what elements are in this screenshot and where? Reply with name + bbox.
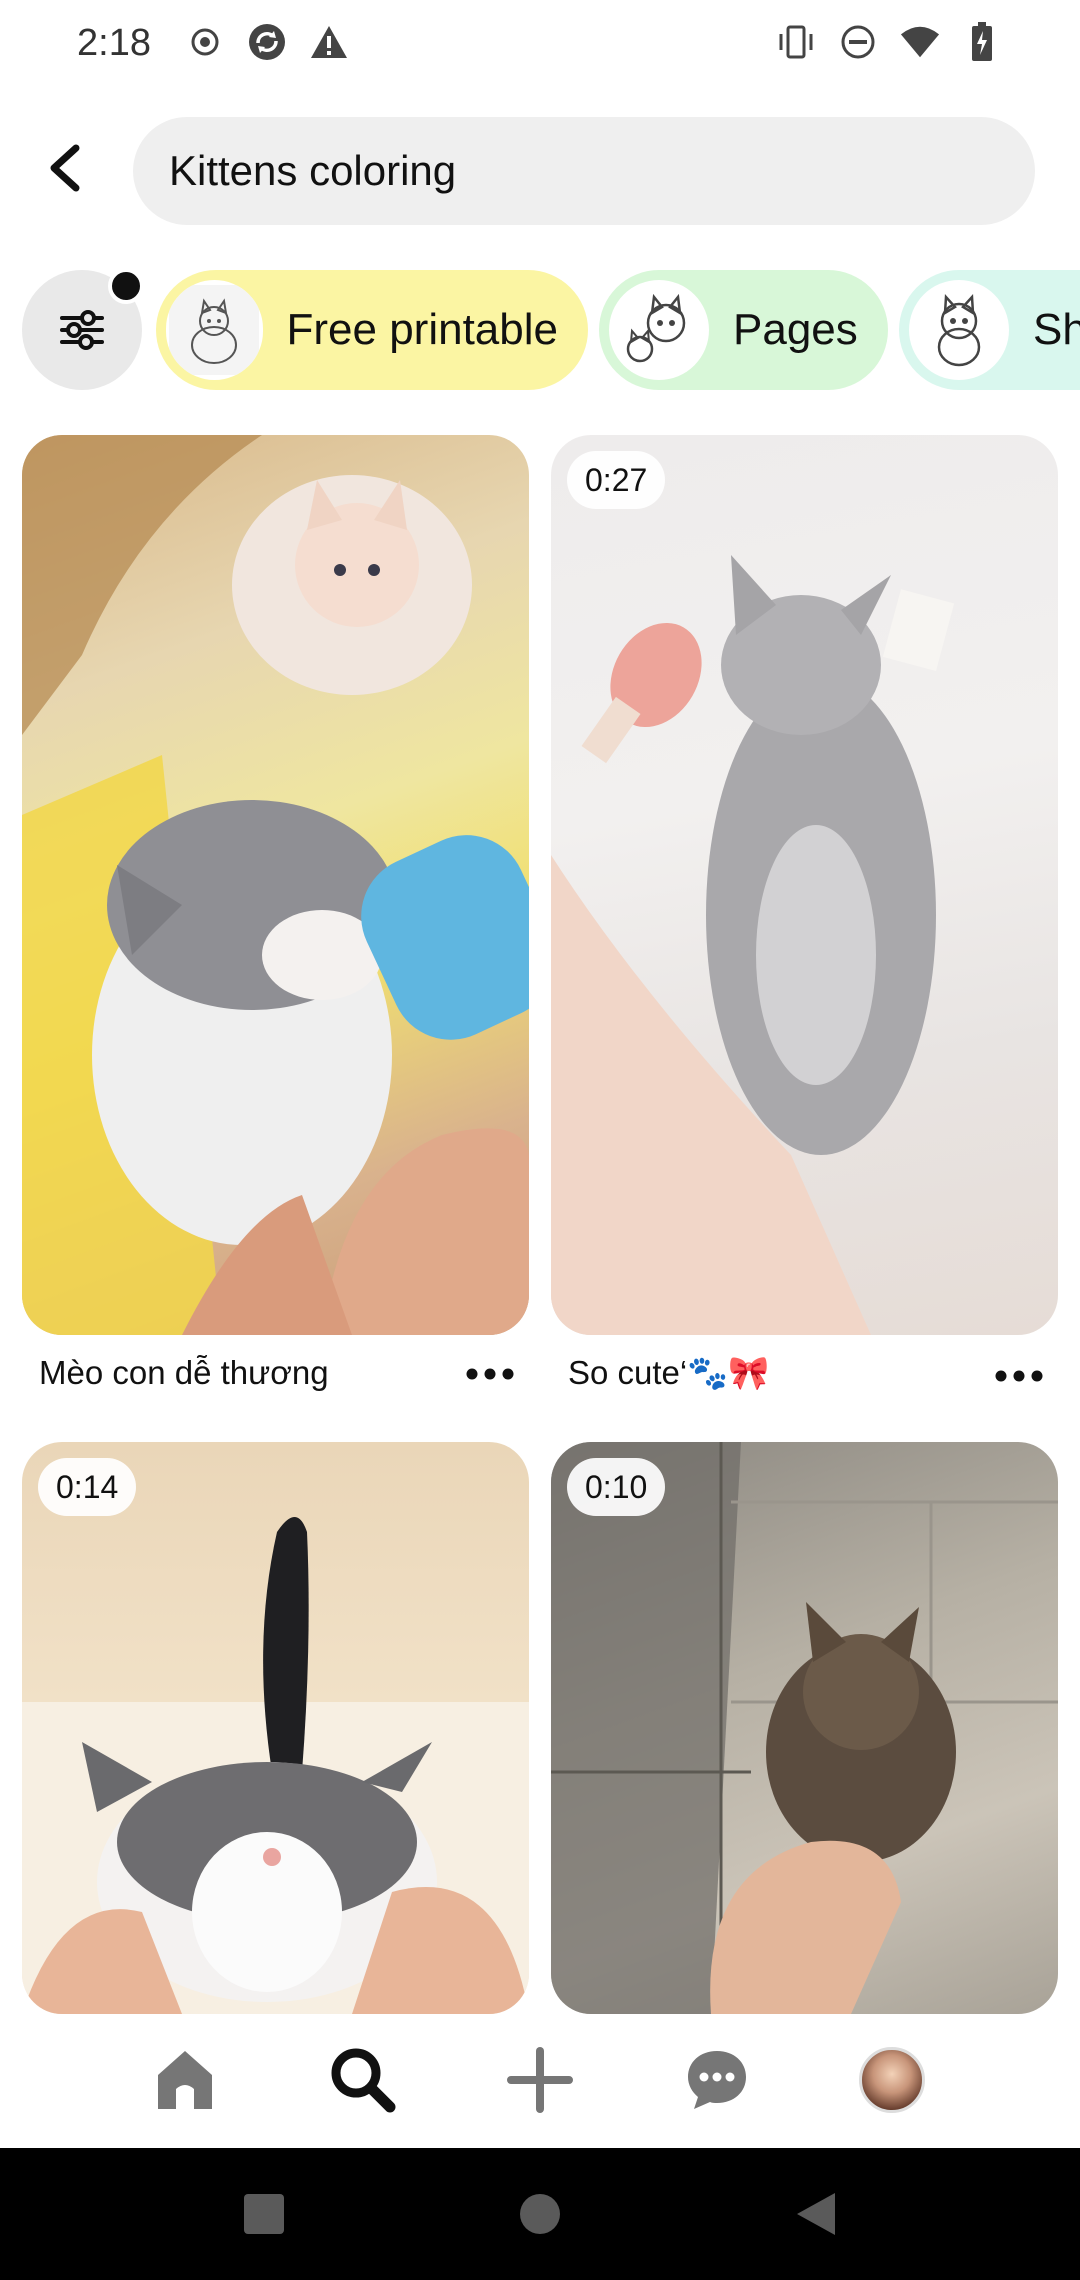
messages-icon [688, 2051, 746, 2109]
video-duration-badge: 0:10 [567, 1458, 666, 1516]
nav-messages[interactable] [677, 2040, 757, 2120]
chip-thumbnail [609, 280, 709, 380]
pin-image-kitten-bottle[interactable] [22, 435, 529, 1335]
status-right-icons [776, 22, 1002, 62]
kitten-sketch-icon [626, 293, 686, 363]
pin-video-kitten-brush[interactable]: 0:27 [551, 435, 1058, 1335]
wifi-icon [900, 22, 940, 62]
home-icon [158, 2051, 212, 2109]
chip-label: Sh [1033, 305, 1080, 354]
search-icon [331, 2048, 396, 2113]
kitten-tail-photo [22, 1517, 529, 2014]
system-navigation-bar [0, 2148, 1080, 2280]
video-duration-badge: 0:27 [567, 451, 666, 509]
search-query: Kittens coloring [169, 147, 457, 194]
circle-icon [520, 2194, 560, 2234]
sliders-icon [60, 310, 104, 350]
back-button[interactable] [36, 136, 92, 200]
pin-video-kitten-tabby[interactable]: 0:10 [551, 1442, 1058, 2014]
warning-icon [309, 22, 349, 62]
kitten-sketch-icon [169, 285, 260, 375]
filter-button[interactable] [22, 270, 144, 390]
filter-chips-row: Free printable Pages Sh [22, 270, 1080, 390]
pin-caption: So cute‘🐾🎀 [568, 1354, 770, 1391]
more-options-button[interactable] [987, 1356, 1051, 1396]
home-system-button[interactable] [514, 2188, 566, 2240]
kitten-brush-photo [551, 555, 955, 1335]
do-not-disturb-icon [838, 22, 878, 62]
back-system-button[interactable] [790, 2188, 842, 2240]
record-icon [185, 22, 225, 62]
filter-active-indicator [108, 270, 144, 304]
bottom-navigation [0, 2014, 1080, 2148]
recents-button[interactable] [238, 2188, 290, 2240]
back-arrow-icon [50, 144, 80, 192]
chip-sh[interactable]: Sh [899, 270, 1080, 390]
profile-avatar [859, 2047, 925, 2113]
pin-video-kitten-tail[interactable]: 0:14 [22, 1442, 529, 2014]
vibrate-icon [776, 22, 816, 62]
sync-icon [247, 22, 287, 62]
kitten-bottle-photo [22, 435, 529, 1335]
chip-thumbnail [166, 280, 263, 380]
chip-free-printable[interactable]: Free printable [156, 270, 588, 390]
create-icon [507, 2047, 573, 2113]
status-time: 2:18 [77, 22, 151, 64]
battery-charging-icon [962, 22, 1002, 62]
pin-caption: Mèo con dễ thương [39, 1354, 329, 1391]
square-icon [244, 2194, 284, 2234]
video-duration-badge: 0:14 [38, 1458, 137, 1516]
nav-profile[interactable] [852, 2040, 932, 2120]
nav-search[interactable] [323, 2040, 403, 2120]
nav-home[interactable] [145, 2040, 225, 2120]
chip-label: Free printable [286, 305, 558, 354]
chip-thumbnail [909, 280, 1009, 380]
search-input[interactable]: Kittens coloring [133, 117, 1035, 225]
triangle-back-icon [797, 2193, 835, 2235]
status-left-icons [185, 22, 349, 62]
chip-label: Pages [733, 305, 858, 354]
ellipsis-icon [466, 1368, 514, 1380]
kitten-tabby-photo [551, 1442, 1058, 2014]
status-bar: 2:18 [0, 0, 1080, 90]
kitten-sketch-icon [937, 293, 981, 367]
nav-create[interactable] [500, 2040, 580, 2120]
more-options-button[interactable] [458, 1354, 522, 1394]
chip-pages[interactable]: Pages [599, 270, 888, 390]
ellipsis-icon [995, 1370, 1043, 1382]
